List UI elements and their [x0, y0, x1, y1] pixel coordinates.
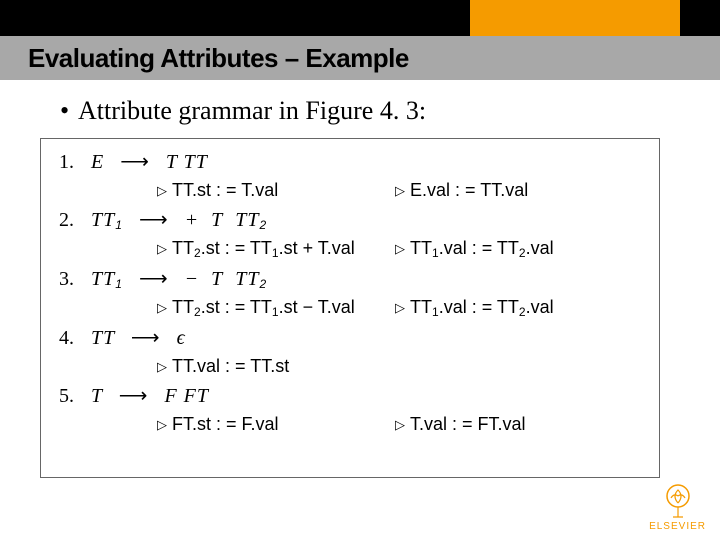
triangle-icon: ▷ — [157, 300, 167, 316]
prod-rhs: T TT — [166, 151, 208, 173]
attr-row: ▷ FT.st : = F.val ▷ T.val : = FT.val — [59, 414, 641, 435]
attr-right-text: TT1.val : = TT2.val — [410, 238, 554, 258]
rule-number: 5. — [59, 385, 91, 408]
grammar-rule: 5. T ⟶ F FT ▷ FT.st : = F.val ▷ T.val : = … — [59, 383, 641, 435]
prod-rhs: F FT — [164, 385, 209, 407]
attr-left: ▷ FT.st : = F.val — [59, 414, 359, 435]
publisher-logo: ELSEVIER — [649, 483, 706, 532]
content-area: •Attribute grammar in Figure 4. 3: 1. E … — [40, 96, 680, 478]
triangle-icon: ▷ — [157, 183, 167, 199]
attr-left: ▷ TT.val : = TT.st — [59, 356, 359, 377]
attr-right: ▷ TT1.val : = TT2.val — [359, 297, 554, 319]
arrow-icon: ⟶ — [109, 385, 159, 407]
production-head: 3. TT1 ⟶ − T TT2 — [59, 266, 641, 291]
attr-right — [359, 356, 395, 377]
bullet-line: •Attribute grammar in Figure 4. 3: — [40, 96, 680, 126]
grammar-figure: 1. E ⟶ T TT ▷ TT.st : = T.val ▷ E.val : = … — [40, 138, 660, 478]
triangle-icon: ▷ — [157, 241, 167, 257]
grammar-rule: 1. E ⟶ T TT ▷ TT.st : = T.val ▷ E.val : = … — [59, 149, 641, 201]
attr-left-text: FT.st : = F.val — [172, 414, 279, 434]
prod-rhs: ϵ — [177, 327, 186, 349]
attr-right: ▷ T.val : = FT.val — [359, 414, 526, 435]
attr-row: ▷ TT.val : = TT.st — [59, 356, 641, 377]
production-head: 1. E ⟶ T TT — [59, 149, 641, 174]
attr-row: ▷ TT2.st : = TT1.st − T.val ▷ TT1.val : = … — [59, 297, 641, 319]
triangle-icon: ▷ — [395, 300, 405, 316]
publisher-name: ELSEVIER — [649, 521, 706, 532]
attr-left-text: TT.st : = T.val — [172, 180, 278, 200]
arrow-icon: ⟶ — [121, 327, 171, 349]
attr-right-text: T.val : = FT.val — [410, 414, 526, 434]
attr-left: ▷ TT2.st : = TT1.st + T.val — [59, 238, 359, 260]
prod-lhs: TT1 — [91, 268, 123, 290]
triangle-icon: ▷ — [395, 241, 405, 257]
attr-right: ▷ E.val : = TT.val — [359, 180, 528, 201]
production-head: 2. TT1 ⟶ + T TT2 — [59, 207, 641, 232]
attr-left-text: TT2.st : = TT1.st − T.val — [172, 297, 355, 317]
rule-number: 1. — [59, 151, 91, 174]
triangle-icon: ▷ — [395, 183, 405, 199]
triangle-icon: ▷ — [157, 359, 167, 375]
prod-lhs: T — [91, 385, 103, 407]
attr-left: ▷ TT2.st : = TT1.st − T.val — [59, 297, 359, 319]
triangle-icon: ▷ — [395, 417, 405, 433]
rule-number: 4. — [59, 327, 91, 350]
bullet-dot: • — [60, 96, 78, 126]
grammar-rule: 4. TT ⟶ ϵ ▷ TT.val : = TT.st — [59, 325, 641, 377]
prod-lhs: TT — [91, 327, 115, 349]
elsevier-tree-icon — [657, 483, 699, 519]
prod-lhs: TT1 — [91, 209, 123, 231]
prod-rhs: + T TT2 — [185, 209, 268, 231]
grammar-rule: 3. TT1 ⟶ − T TT2 ▷ TT2.st : = TT1.st − T.… — [59, 266, 641, 319]
production-head: 5. T ⟶ F FT — [59, 383, 641, 408]
arrow-icon: ⟶ — [129, 209, 179, 231]
prod-lhs: E — [91, 151, 104, 173]
production-head: 4. TT ⟶ ϵ — [59, 325, 641, 350]
prod-rhs: − T TT2 — [185, 268, 268, 290]
slide-title: Evaluating Attributes – Example — [28, 43, 409, 74]
triangle-icon: ▷ — [157, 417, 167, 433]
attr-right: ▷ TT1.val : = TT2.val — [359, 238, 554, 260]
grammar-rule: 2. TT1 ⟶ + T TT2 ▷ TT2.st : = TT1.st + T.… — [59, 207, 641, 260]
attr-left-text: TT.val : = TT.st — [172, 356, 289, 376]
attr-right-text: TT1.val : = TT2.val — [410, 297, 554, 317]
attr-left: ▷ TT.st : = T.val — [59, 180, 359, 201]
attr-row: ▷ TT.st : = T.val ▷ E.val : = TT.val — [59, 180, 641, 201]
title-bar: Evaluating Attributes – Example — [0, 36, 720, 80]
rule-number: 2. — [59, 209, 91, 232]
arrow-icon: ⟶ — [110, 151, 160, 173]
arrow-icon: ⟶ — [129, 268, 179, 290]
rule-number: 3. — [59, 268, 91, 291]
attr-left-text: TT2.st : = TT1.st + T.val — [172, 238, 355, 258]
bullet-text: Attribute grammar in Figure 4. 3: — [78, 96, 426, 125]
attr-row: ▷ TT2.st : = TT1.st + T.val ▷ TT1.val : = … — [59, 238, 641, 260]
attr-right-text: E.val : = TT.val — [410, 180, 528, 200]
